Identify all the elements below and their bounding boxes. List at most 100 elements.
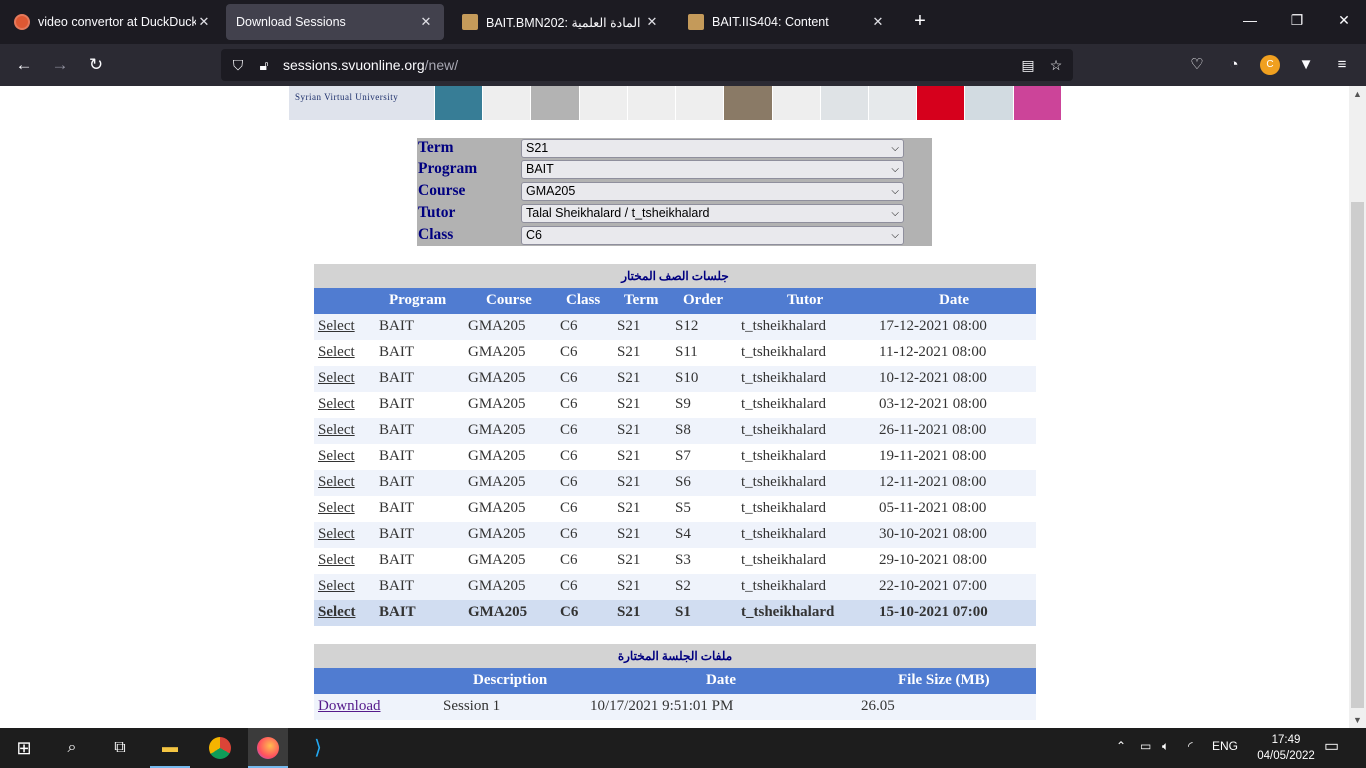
url-path: /new/ bbox=[424, 57, 459, 73]
session-tutor: t_tsheikhalard bbox=[741, 474, 826, 490]
close-tab-icon[interactable]: ✕ bbox=[418, 14, 434, 30]
tab-iis404[interactable]: BAIT.IIS404: Content ✕ bbox=[678, 4, 896, 40]
restore-icon[interactable]: ❐ bbox=[1287, 12, 1307, 29]
language-indicator[interactable]: ENG bbox=[1212, 739, 1238, 753]
search-icon[interactable]: ⌕ bbox=[58, 734, 86, 762]
sessions-table: جلسات الصف المختار Program Course Class … bbox=[314, 264, 1036, 626]
select-link[interactable]: Select bbox=[318, 370, 355, 386]
session-term: S21 bbox=[617, 474, 641, 490]
chrome-icon[interactable] bbox=[206, 734, 234, 762]
vpn-extension-icon[interactable]: ▼ bbox=[1296, 55, 1316, 75]
session-order: S9 bbox=[675, 396, 691, 412]
close-tab-icon[interactable]: ✕ bbox=[644, 14, 660, 30]
task-view-icon[interactable]: ⧉ bbox=[106, 734, 134, 762]
file-explorer-icon[interactable]: ▬ bbox=[156, 734, 184, 762]
session-class: C6 bbox=[560, 344, 578, 360]
session-term: S21 bbox=[617, 344, 641, 360]
session-term: S21 bbox=[617, 318, 641, 334]
download-link[interactable]: Download bbox=[318, 698, 381, 714]
class-select[interactable]: C6 ⌵ bbox=[521, 226, 904, 245]
reload-icon[interactable]: ↻ bbox=[83, 52, 109, 78]
session-course: GMA205 bbox=[468, 526, 526, 542]
session-order: S7 bbox=[675, 448, 691, 464]
banner-tile bbox=[916, 86, 965, 120]
notifications-icon[interactable]: ▭ bbox=[1324, 736, 1339, 756]
file-description: Session 1 bbox=[443, 698, 501, 714]
lock-icon[interactable]: 🔓︎ bbox=[255, 56, 273, 74]
scroll-down-icon[interactable]: ▼ bbox=[1349, 712, 1366, 728]
close-window-icon[interactable]: ✕ bbox=[1334, 12, 1354, 29]
session-date: 29-10-2021 08:00 bbox=[879, 552, 987, 568]
session-tutor: t_tsheikhalard bbox=[741, 578, 826, 594]
course-select[interactable]: GMA205 ⌵ bbox=[521, 182, 904, 201]
session-order: S1 bbox=[675, 604, 691, 620]
chevron-up-icon[interactable]: ⌃ bbox=[1116, 739, 1126, 753]
close-tab-icon[interactable]: ✕ bbox=[870, 14, 886, 30]
select-link[interactable]: Select bbox=[318, 552, 355, 568]
back-arrow-icon[interactable]: ← bbox=[11, 52, 37, 78]
minimize-icon[interactable]: — bbox=[1240, 12, 1260, 28]
session-tutor: t_tsheikhalard bbox=[741, 500, 826, 516]
program-value: BAIT bbox=[526, 162, 554, 176]
browser-tab-bar: video convertor at DuckDuckGo ✕ Download… bbox=[0, 0, 1366, 44]
select-link[interactable]: Select bbox=[318, 448, 355, 464]
select-link[interactable]: Select bbox=[318, 422, 355, 438]
shield-icon[interactable]: ⛉ bbox=[229, 56, 247, 74]
select-link[interactable]: Select bbox=[318, 578, 355, 594]
session-class: C6 bbox=[560, 500, 578, 516]
url-text[interactable]: sessions.svuonline.org/new/ bbox=[283, 57, 458, 73]
reader-view-icon[interactable]: ▤ bbox=[1019, 56, 1037, 74]
close-tab-icon[interactable]: ✕ bbox=[196, 14, 212, 30]
scroll-thumb[interactable] bbox=[1351, 202, 1364, 708]
battery-icon[interactable]: ▭ bbox=[1140, 739, 1151, 753]
term-select[interactable]: S21 ⌵ bbox=[521, 139, 904, 158]
tab-title: BAIT.BMN202: المادة العلمية PDF bbox=[486, 15, 644, 30]
scroll-up-icon[interactable]: ▲ bbox=[1349, 86, 1366, 102]
page-scrollbar[interactable]: ▲ ▼ bbox=[1349, 86, 1366, 728]
pocket-icon[interactable]: ♡ bbox=[1187, 55, 1207, 75]
select-link[interactable]: Select bbox=[318, 318, 355, 334]
session-order: S11 bbox=[675, 344, 698, 360]
select-link[interactable]: Select bbox=[318, 396, 355, 412]
select-link[interactable]: Select bbox=[318, 344, 355, 360]
bookmark-star-icon[interactable]: ☆ bbox=[1047, 56, 1065, 74]
tab-title: BAIT.IIS404: Content bbox=[712, 15, 829, 29]
program-select[interactable]: BAIT ⌵ bbox=[521, 160, 904, 179]
session-order: S4 bbox=[675, 526, 691, 542]
windows-start-icon[interactable]: ⊞ bbox=[10, 734, 38, 762]
address-bar[interactable]: ⛉ 🔓︎ sessions.svuonline.org/new/ ▤ ☆ bbox=[221, 49, 1073, 81]
select-link[interactable]: Select bbox=[318, 604, 355, 620]
tab-title: Download Sessions bbox=[236, 15, 346, 29]
download-cell: Download bbox=[318, 698, 381, 715]
volume-icon[interactable]: 🔈︎ bbox=[1162, 739, 1169, 754]
tab-download-sessions[interactable]: Download Sessions ✕ bbox=[226, 4, 444, 40]
col-course: Course bbox=[486, 292, 532, 308]
new-tab-button[interactable]: + bbox=[908, 10, 932, 33]
select-link[interactable]: Select bbox=[318, 474, 355, 490]
session-tutor: t_tsheikhalard bbox=[741, 370, 826, 386]
sessions-body: Select BAIT GMA205 C6 S21 S12 t_tsheikhalard 17… bbox=[314, 314, 1036, 626]
clock[interactable]: 17:49 04/05/2022 bbox=[1250, 732, 1322, 764]
tutor-select[interactable]: Talal Sheikhalard / t_tsheikhalard ⌵ bbox=[521, 204, 904, 223]
session-program: BAIT bbox=[379, 448, 414, 464]
session-course: GMA205 bbox=[468, 318, 526, 334]
session-date: 17-12-2021 08:00 bbox=[879, 318, 987, 334]
account-icon[interactable]: ◔ bbox=[1224, 55, 1244, 75]
tab-bmn202[interactable]: BAIT.BMN202: المادة العلمية PDF ✕ bbox=[452, 4, 670, 40]
wifi-icon[interactable]: ◜ bbox=[1188, 739, 1193, 753]
firefox-icon[interactable] bbox=[254, 734, 282, 762]
select-link[interactable]: Select bbox=[318, 526, 355, 542]
session-order: S12 bbox=[675, 318, 699, 334]
select-link[interactable]: Select bbox=[318, 500, 355, 516]
session-term: S21 bbox=[617, 526, 641, 542]
vscode-icon[interactable]: ⟩ bbox=[304, 734, 332, 762]
extension-icon[interactable]: C bbox=[1260, 55, 1280, 75]
forward-arrow-icon[interactable]: → bbox=[47, 52, 73, 78]
menu-icon[interactable]: ≡ bbox=[1332, 55, 1352, 75]
tab-title: video convertor at DuckDuckGo bbox=[38, 15, 196, 29]
tab-duckduckgo[interactable]: video convertor at DuckDuckGo ✕ bbox=[4, 4, 222, 40]
browser-nav-bar: ← → ↻ ⛉ 🔓︎ sessions.svuonline.org/new/ ▤… bbox=[0, 44, 1366, 86]
url-host: sessions.svuonline.org bbox=[283, 57, 425, 73]
session-course: GMA205 bbox=[468, 474, 526, 490]
session-tutor: t_tsheikhalard bbox=[741, 396, 826, 412]
